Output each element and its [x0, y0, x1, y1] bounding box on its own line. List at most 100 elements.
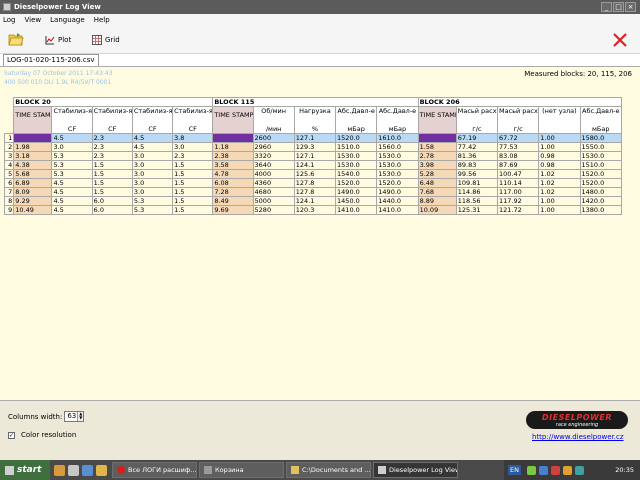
table-cell[interactable]: 3640 — [252, 160, 295, 170]
column-header[interactable]: TIME STAMP — [212, 106, 254, 134]
table-cell[interactable]: 0.98 — [538, 151, 581, 161]
timestamp-cell[interactable]: 2.78 — [417, 151, 457, 161]
table-cell[interactable]: 1550.0 — [579, 142, 622, 152]
table-cell[interactable]: 3.0 — [51, 142, 93, 152]
task-recycle-bin[interactable]: Корзина — [199, 462, 284, 478]
table-cell[interactable]: 81.36 — [455, 151, 499, 161]
table-cell[interactable]: 4.5 — [51, 196, 93, 206]
column-header[interactable]: Стабилиз-я ХХ CF — [172, 106, 214, 134]
table-cell[interactable]: 1.5 — [172, 178, 214, 188]
timestamp-cell[interactable]: 1.18 — [212, 142, 254, 152]
column-header[interactable]: Абс.Давл-е мБар — [579, 106, 622, 134]
quick-launch-icon[interactable] — [54, 464, 65, 476]
table-cell[interactable]: 1490.0 — [376, 187, 419, 197]
column-header[interactable]: Нагрузка% — [293, 106, 337, 134]
table-cell[interactable]: 1530.0 — [335, 151, 378, 161]
table-cell[interactable]: 89.83 — [455, 160, 499, 170]
timestamp-cell[interactable]: 2.38 — [212, 151, 254, 161]
quick-launch-icon[interactable] — [96, 464, 107, 476]
table-cell[interactable]: 6.0 — [91, 205, 133, 215]
table-row[interactable]: 4 4.38 5.3 1.5 3.0 1.5 3.58 3640 124.1 1530.0 1530… — [3, 160, 622, 170]
table-cell[interactable]: 1530.0 — [335, 160, 378, 170]
table-cell[interactable]: 1490.0 — [335, 187, 378, 197]
tray-icon[interactable] — [538, 465, 548, 475]
table-cell[interactable]: 3.0 — [131, 187, 174, 197]
timestamp-cell[interactable]: 5.28 — [417, 169, 457, 179]
table-cell[interactable]: 110.14 — [496, 178, 540, 188]
table-cell[interactable]: 3.0 — [131, 169, 174, 179]
table-cell[interactable]: 1520.0 — [335, 178, 378, 188]
table-cell[interactable]: 4.5 — [51, 178, 93, 188]
column-header[interactable]: TIME STAMP — [417, 106, 457, 134]
timestamp-cell[interactable]: 3.58 — [212, 160, 254, 170]
timestamp-cell[interactable]: 1.98 — [13, 142, 53, 152]
table-cell[interactable]: 5.3 — [51, 169, 93, 179]
table-cell[interactable]: 1.5 — [172, 187, 214, 197]
table-cell[interactable]: 2.3 — [172, 151, 214, 161]
table-cell[interactable]: 1.5 — [91, 187, 133, 197]
close-window-button[interactable]: × — [625, 2, 636, 12]
timestamp-cell[interactable]: 6.08 — [212, 178, 254, 188]
table-cell[interactable]: 1.00 — [538, 142, 581, 152]
table-cell[interactable]: 2600 — [252, 133, 295, 143]
table-cell[interactable]: 1.5 — [172, 196, 214, 206]
table-cell[interactable]: 1.02 — [538, 187, 581, 197]
table-cell[interactable]: 125.31 — [455, 205, 499, 215]
table-cell[interactable]: 118.56 — [455, 196, 499, 206]
table-cell[interactable]: 1.5 — [91, 160, 133, 170]
timestamp-cell[interactable]: 6.89 — [13, 178, 53, 188]
column-header[interactable]: Абс.Давл-е мБар — [376, 106, 419, 134]
close-log-icon[interactable] — [612, 32, 628, 48]
table-cell[interactable]: 1.02 — [538, 178, 581, 188]
tray-icon[interactable] — [562, 465, 572, 475]
tray-icon[interactable] — [550, 465, 560, 475]
table-row[interactable]: 5 5.68 5.3 1.5 3.0 1.5 4.78 4000 125.6 1540.0 1530… — [3, 169, 622, 179]
tab-log-file[interactable]: LOG-01-020-115-206.csv — [3, 54, 99, 66]
table-row[interactable]: 1 0.70 4.5 2.3 4.5 3.8 0.07 2600 127.1 1520.0 1610… — [3, 133, 622, 143]
table-cell[interactable]: 5.3 — [131, 196, 174, 206]
table-cell[interactable]: 127.8 — [293, 187, 337, 197]
table-cell[interactable]: 1530.0 — [376, 151, 419, 161]
table-cell[interactable]: 1530.0 — [376, 160, 419, 170]
quick-launch-icon[interactable] — [82, 464, 93, 476]
column-header[interactable]: Стабилиз-я ХХ CF — [51, 106, 93, 134]
table-row[interactable]: 6 6.89 4.5 1.5 3.0 1.5 6.08 4360 127.8 1520.0 1520… — [3, 178, 622, 188]
timestamp-cell[interactable]: 9.29 — [13, 196, 53, 206]
column-header[interactable]: Стабилиз-я ХХ CF — [131, 106, 174, 134]
table-cell[interactable]: 4.5 — [51, 133, 93, 143]
table-cell[interactable]: 1510.0 — [335, 142, 378, 152]
table-cell[interactable]: 99.56 — [455, 169, 499, 179]
table-cell[interactable]: 1520.0 — [579, 178, 622, 188]
table-cell[interactable]: 77.53 — [496, 142, 540, 152]
column-header[interactable]: Масьй расход г/с — [496, 106, 540, 134]
timestamp-cell[interactable]: 7.68 — [417, 187, 457, 197]
table-cell[interactable]: 3.0 — [131, 160, 174, 170]
table-cell[interactable]: 1540.0 — [335, 169, 378, 179]
timestamp-cell[interactable]: 3.18 — [13, 151, 53, 161]
timestamp-cell[interactable]: 10.09 — [417, 205, 457, 215]
table-cell[interactable]: 77.42 — [455, 142, 499, 152]
table-cell[interactable]: 2.3 — [91, 133, 133, 143]
timestamp-cell[interactable]: 1.58 — [417, 142, 457, 152]
table-cell[interactable]: 2.3 — [91, 151, 133, 161]
table-cell[interactable]: 1510.0 — [579, 160, 622, 170]
language-indicator[interactable]: EN — [508, 465, 521, 475]
menu-log[interactable]: Log — [3, 16, 16, 24]
timestamp-cell[interactable]: 10.49 — [13, 205, 53, 215]
table-cell[interactable]: 6.0 — [91, 196, 133, 206]
table-cell[interactable]: 121.72 — [496, 205, 540, 215]
table-cell[interactable]: 4360 — [252, 178, 295, 188]
table-cell[interactable]: 4000 — [252, 169, 295, 179]
table-cell[interactable]: 1450.0 — [335, 196, 378, 206]
timestamp-cell[interactable]: 0.20 — [417, 133, 457, 143]
columns-width-spinner[interactable]: 63 ▲ ▼ — [64, 411, 85, 422]
table-cell[interactable]: 117.92 — [496, 196, 540, 206]
table-cell[interactable]: 3.8 — [172, 133, 214, 143]
table-cell[interactable]: 1530.0 — [579, 151, 622, 161]
table-row[interactable]: 7 8.09 4.5 1.5 3.0 1.5 7.28 4680 127.8 1490.0 1490… — [3, 187, 622, 197]
open-folder-icon[interactable] — [8, 32, 24, 46]
task-explorer[interactable]: C:\Documents and ... — [286, 462, 371, 478]
task-log-view[interactable]: Dieselpower Log View — [373, 462, 458, 478]
table-cell[interactable]: 3.0 — [131, 151, 174, 161]
timestamp-cell[interactable]: 0.07 — [212, 133, 254, 143]
